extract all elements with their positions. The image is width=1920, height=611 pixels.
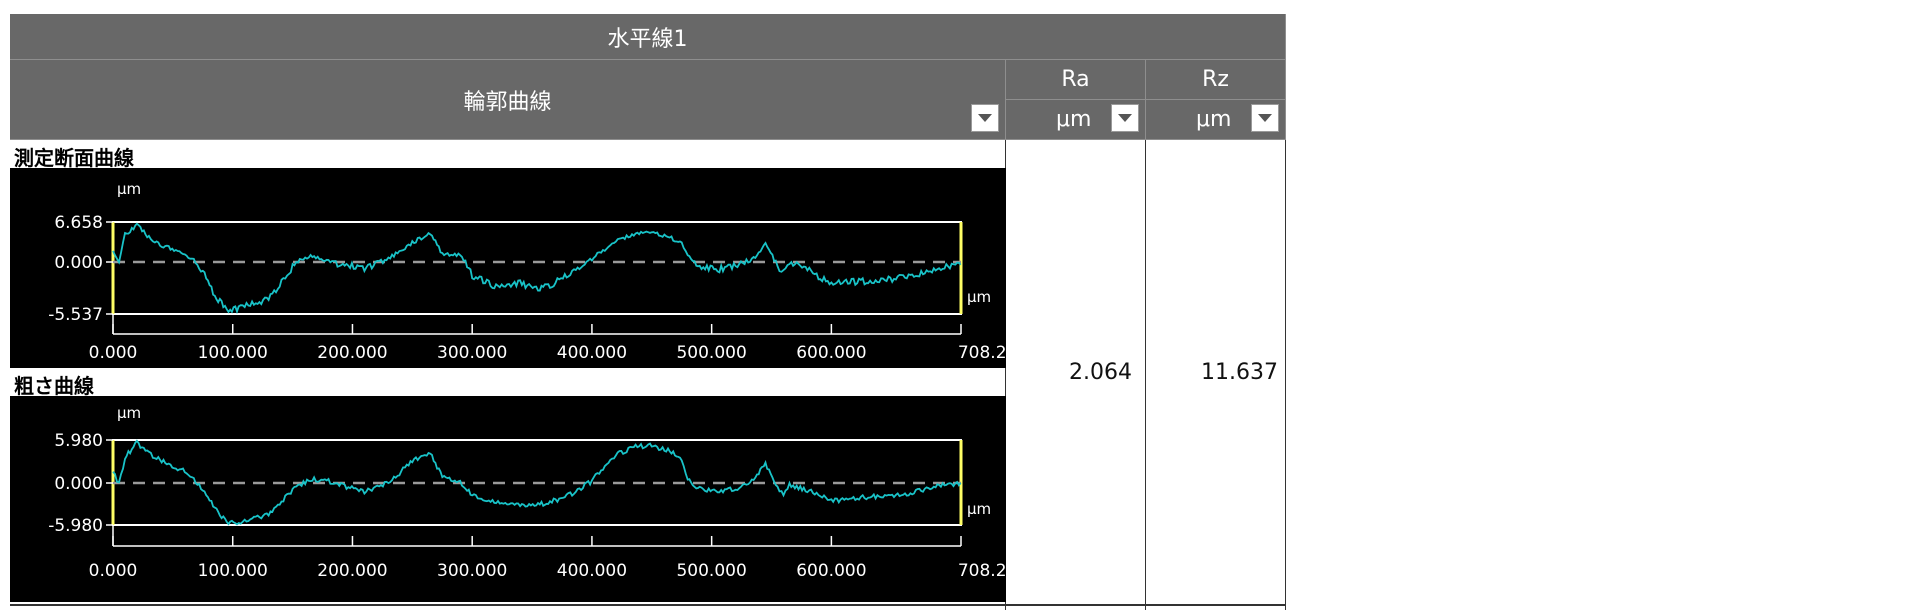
x-tick-label: 0.000: [89, 561, 138, 581]
y-tick-label: -5.980: [48, 516, 103, 536]
profile-dropdown-button[interactable]: [971, 104, 999, 132]
ra-header: Ra: [1006, 60, 1146, 100]
chevron-down-icon: [1118, 114, 1132, 122]
x-tick-label: 300.000: [437, 343, 507, 363]
x-unit-label: μm: [967, 500, 991, 518]
x-tick-label: 200.000: [317, 343, 387, 363]
rz-unit: μm: [1196, 107, 1232, 132]
ra-unit-dropdown-button[interactable]: [1111, 104, 1139, 132]
y-tick-label: 5.980: [54, 431, 103, 451]
x-unit-label: μm: [967, 288, 991, 306]
x-tick-label: 708.256: [958, 343, 1006, 363]
rz-value: 11.637: [1201, 360, 1278, 385]
ra-unit: μm: [1056, 107, 1092, 132]
chevron-down-icon: [978, 114, 992, 122]
y-tick-label: 6.658: [54, 213, 103, 233]
x-tick-label: 0.000: [89, 343, 138, 363]
chevron-down-icon: [1258, 114, 1272, 122]
measured-profile-chart: 6.658 0.000 -5.537 0.000 100.000 200.000 300.0…: [10, 168, 1028, 368]
ra-label: Ra: [1061, 67, 1090, 92]
x-tick-label: 600.000: [796, 343, 866, 363]
divider: [10, 604, 1006, 606]
x-tick-label: 300.000: [437, 561, 507, 581]
x-tick-label: 200.000: [317, 561, 387, 581]
x-tick-label: 100.000: [198, 343, 268, 363]
plot-frame: [112, 221, 962, 315]
x-tick-label: 600.000: [796, 561, 866, 581]
profile-trace: [112, 222, 962, 315]
y-tick-label: 0.000: [54, 253, 103, 273]
x-tick-label: 100.000: [198, 561, 268, 581]
rz-unit-dropdown-button[interactable]: [1251, 104, 1279, 132]
roughness-profile-chart: 5.980 0.000 -5.980 0.000 100.000 200.000 300.0…: [10, 396, 1028, 602]
x-tick-label: 500.000: [676, 343, 746, 363]
rz-label: Rz: [1202, 67, 1229, 92]
group-title: 水平線1: [607, 26, 688, 52]
roughness-profile-svg: 5.980 0.000 -5.980 0.000 100.000 200.000 300.0…: [48, 404, 1028, 581]
profile-header: 輪郭曲線: [10, 60, 1006, 140]
group-header: 水平線1: [10, 14, 1286, 60]
roughness-profile-label: 粗さ曲線: [14, 374, 94, 398]
y-tick-label: -5.537: [48, 305, 103, 325]
ra-value: 2.064: [1069, 360, 1132, 385]
x-tick-label: 500.000: [676, 561, 746, 581]
divider: [1006, 604, 1286, 606]
y-unit-label: μm: [117, 180, 141, 198]
y-unit-label: μm: [117, 404, 141, 422]
y-tick-label: 0.000: [54, 474, 103, 494]
measured-profile-label: 測定断面曲線: [14, 146, 134, 170]
x-tick-label: 708.256: [958, 561, 1006, 581]
measured-profile-svg: 6.658 0.000 -5.537 0.000 100.000 200.000 300.0…: [48, 180, 1028, 363]
profile-header-label: 輪郭曲線: [463, 89, 552, 115]
divider: [1285, 140, 1286, 610]
rz-header: Rz: [1146, 60, 1286, 100]
x-tick-label: 400.000: [557, 561, 627, 581]
x-tick-label: 400.000: [557, 343, 627, 363]
